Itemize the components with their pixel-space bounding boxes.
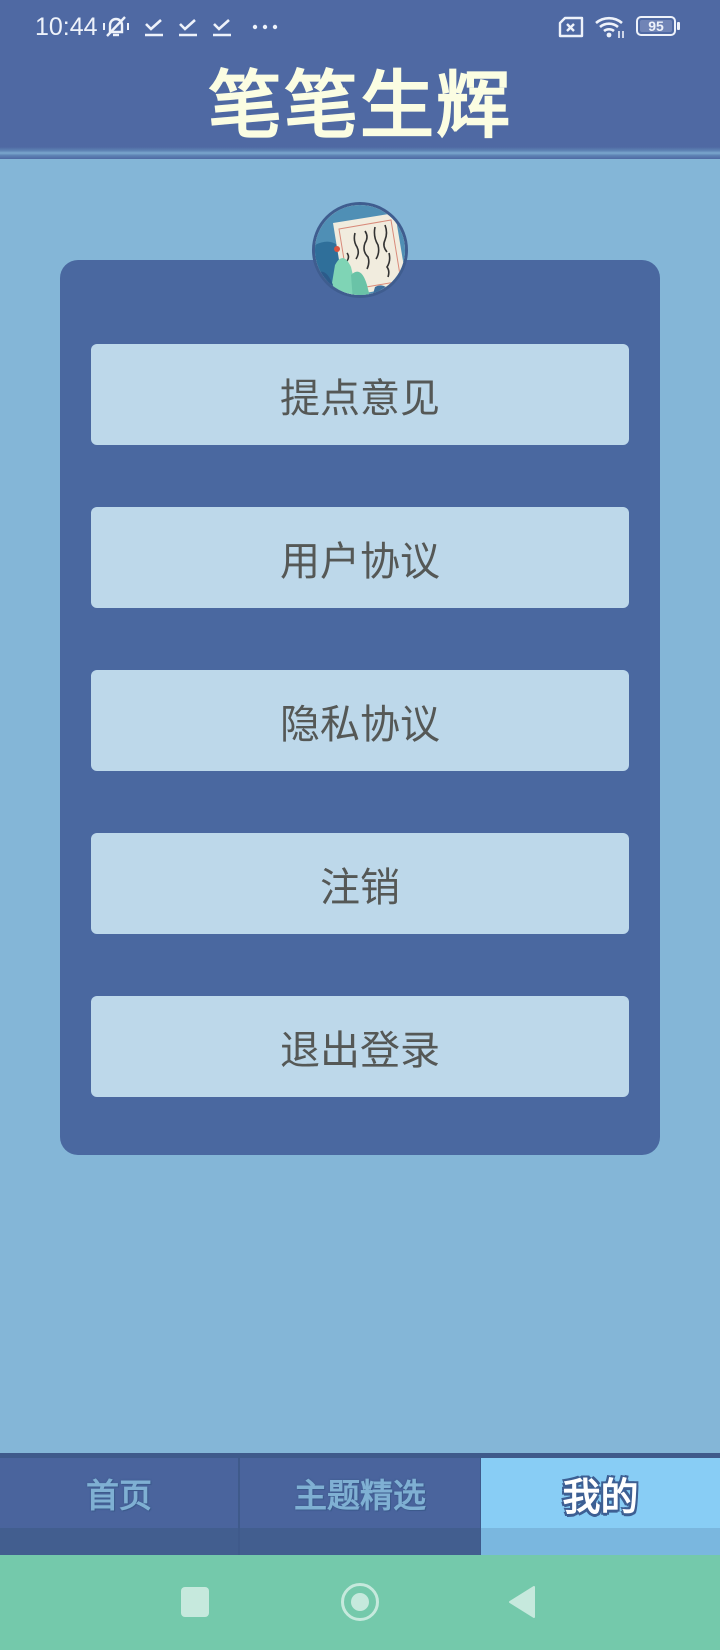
more-dots-icon xyxy=(252,24,278,30)
app-title: 笔笔生辉 xyxy=(208,63,512,149)
battery-icon: 95 xyxy=(636,16,680,36)
battery-level: 95 xyxy=(648,18,664,34)
privacy-agreement-button[interactable]: 隐私协议 xyxy=(91,670,629,771)
user-agreement-button[interactable]: 用户协议 xyxy=(91,507,629,608)
tab-featured-topics[interactable]: 主题精选 xyxy=(240,1458,480,1555)
tab-mine-label: 我的 xyxy=(562,1474,639,1519)
tab-home[interactable]: 首页 xyxy=(0,1458,238,1555)
no-sim-icon xyxy=(558,16,584,38)
status-time: 10:44 xyxy=(35,13,98,41)
tab-mine[interactable]: 我的 xyxy=(481,1458,720,1555)
logout-button[interactable]: 退出登录 xyxy=(91,996,629,1097)
recents-icon[interactable] xyxy=(181,1587,209,1617)
back-icon[interactable] xyxy=(508,1585,536,1619)
tab-home-label: 首页 xyxy=(86,1476,152,1515)
download-done-icon xyxy=(179,19,197,37)
mute-notifications-icon xyxy=(103,16,129,37)
deactivate-account-button[interactable]: 注销 xyxy=(91,833,629,934)
bottom-tab-bar: 首页 主题精选 我的 xyxy=(0,1453,720,1555)
feedback-button[interactable]: 提点意见 xyxy=(91,344,629,445)
tab-featured-topics-label: 主题精选 xyxy=(294,1476,426,1515)
avatar[interactable] xyxy=(312,202,408,298)
header-divider xyxy=(0,147,720,159)
system-nav-bar xyxy=(0,1555,720,1650)
app-header: 10:44 95 笔笔生辉 xyxy=(0,0,720,150)
wifi-icon xyxy=(595,16,624,38)
menu-card: 提点意见 用户协议 隐私协议 注销 退出登录 xyxy=(60,260,660,1155)
download-done-icon xyxy=(145,19,163,37)
home-icon[interactable] xyxy=(341,1583,379,1621)
download-done-icon xyxy=(213,19,231,37)
